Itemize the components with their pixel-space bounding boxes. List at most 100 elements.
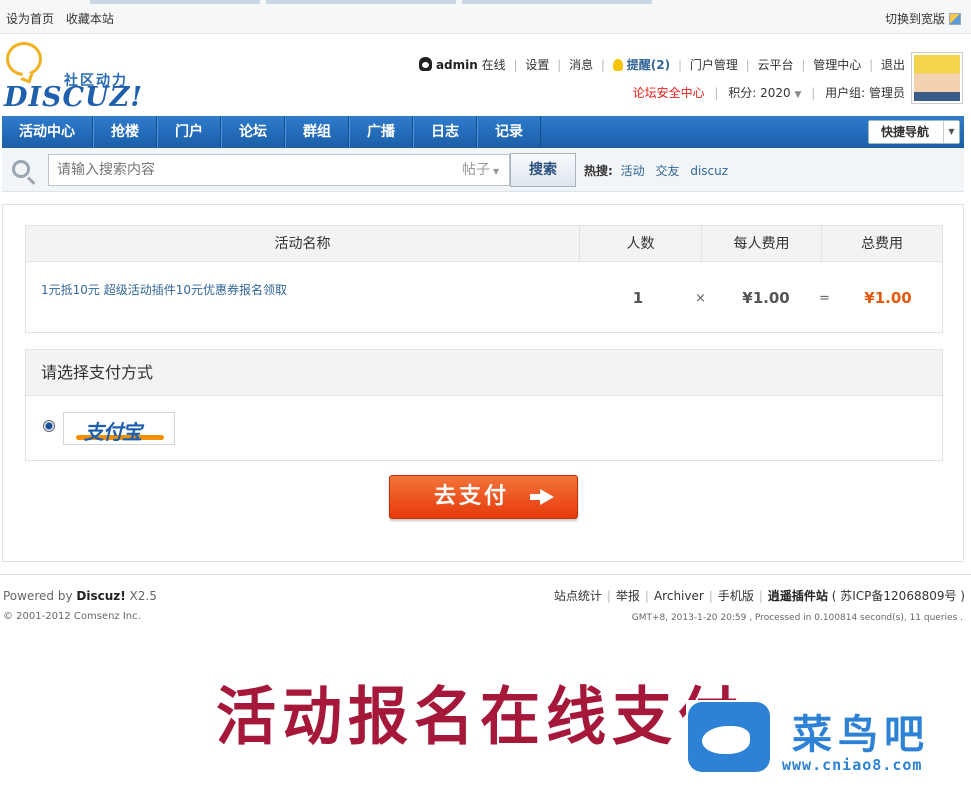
logout-link[interactable]: 退出 bbox=[881, 58, 905, 72]
column-header-activity-name: 活动名称 bbox=[26, 226, 580, 262]
switch-wide-label: 切换到宽版 bbox=[884, 12, 945, 26]
switch-wide-link[interactable]: 切换到宽版 bbox=[885, 10, 961, 27]
points-label: 积分: 2020 bbox=[728, 86, 791, 100]
reminder-link[interactable]: 提醒(2) bbox=[627, 58, 670, 72]
cloud-platform-link[interactable]: 云平台 bbox=[758, 58, 794, 72]
qq-icon bbox=[418, 57, 432, 71]
nav-item-blog[interactable]: 日志 bbox=[413, 116, 477, 148]
points-dropdown[interactable]: 积分: 2020 ▼ bbox=[728, 86, 801, 100]
search-button[interactable]: 搜索 bbox=[510, 153, 576, 187]
watermark-url: www.cniao8.com bbox=[782, 756, 923, 774]
search-input[interactable] bbox=[48, 154, 460, 186]
main-nav: 活动中心 抢楼 门户 论坛 群组 广播 日志 记录 快捷导航 ▼ bbox=[2, 116, 964, 148]
powered-by-brand[interactable]: Discuz! bbox=[76, 589, 125, 603]
nav-item-forum[interactable]: 论坛 bbox=[221, 116, 285, 148]
icp-link[interactable]: ( 苏ICP备12068809号 ) bbox=[832, 589, 965, 603]
site-footer: Powered by Discuz! X2.5 © 2001-2012 Coms… bbox=[0, 574, 971, 634]
search-type-value: 帖子 bbox=[462, 162, 490, 178]
divider: | bbox=[606, 589, 611, 603]
divider: | bbox=[745, 58, 750, 72]
alipay-logo-text: 支付宝 bbox=[84, 420, 142, 444]
divider: | bbox=[513, 58, 518, 72]
multiply-sign: × bbox=[695, 291, 706, 306]
bookmark-link[interactable]: 收藏本站 bbox=[66, 12, 114, 26]
browser-tab-decoration bbox=[266, 0, 456, 4]
equals-sign: = bbox=[819, 291, 830, 306]
copyright: © 2001-2012 Comsenz Inc. bbox=[3, 611, 141, 622]
username-link[interactable]: admin bbox=[436, 58, 478, 72]
alipay-logo[interactable]: 支付宝 bbox=[63, 412, 175, 445]
promo-banner-title: 活动报名在线支付 bbox=[216, 680, 744, 755]
search-icon bbox=[12, 160, 30, 178]
page-meta: GMT+8, 2013-1-20 20:59 , Processed in 0.… bbox=[631, 613, 963, 623]
hot-keyword[interactable]: 活动 bbox=[621, 164, 645, 178]
payment-method-title: 请选择支付方式 bbox=[26, 350, 942, 396]
chevron-down-icon: ▼ bbox=[794, 90, 802, 100]
payment-page-content: 活动名称 人数 每人费用 总费用 1元抵10元 超级活动插件10元优惠券报名领取… bbox=[2, 204, 964, 562]
nav-item-broadcast[interactable]: 广播 bbox=[349, 116, 413, 148]
divider: | bbox=[708, 589, 713, 603]
hot-search-label: 热搜: bbox=[584, 164, 613, 178]
browser-tab-decoration bbox=[462, 0, 652, 4]
set-home-link[interactable]: 设为首页 bbox=[6, 12, 54, 26]
nav-item-portal[interactable]: 门户 bbox=[157, 116, 221, 148]
powered-by-prefix: Powered by bbox=[3, 589, 77, 603]
watermark: 菜鸟吧 www.cniao8.com bbox=[686, 700, 966, 784]
site-name-link[interactable]: 逍遥插件站 bbox=[768, 589, 828, 603]
order-table-header: 活动名称 人数 每人费用 总费用 bbox=[26, 226, 942, 262]
site-header: 社区动力 DISCUZ! admin 在线 | 设置 | 消息 | 提醒(2) … bbox=[0, 34, 971, 116]
nav-item-floor-grab[interactable]: 抢楼 bbox=[93, 116, 157, 148]
portal-manage-link[interactable]: 门户管理 bbox=[690, 58, 738, 72]
nav-item-activity-center[interactable]: 活动中心 bbox=[2, 116, 93, 148]
order-table: 活动名称 人数 每人费用 总费用 1元抵10元 超级活动插件10元优惠券报名领取… bbox=[25, 225, 943, 333]
table-row: 1元抵10元 超级活动插件10元优惠券报名领取 1 × ¥1.00 = ¥1.0… bbox=[26, 263, 942, 332]
online-status[interactable]: 在线 bbox=[482, 58, 506, 72]
divider: | bbox=[644, 589, 649, 603]
lightbulb-icon bbox=[612, 59, 623, 71]
mobile-link[interactable]: 手机版 bbox=[718, 589, 754, 603]
hot-keyword[interactable]: discuz bbox=[690, 164, 728, 178]
activity-name-link[interactable]: 1元抵10元 超级活动插件10元优惠券报名领取 bbox=[41, 281, 287, 298]
divider: | bbox=[801, 58, 806, 72]
divider: | bbox=[758, 589, 763, 603]
divider: | bbox=[811, 86, 816, 100]
security-center-link[interactable]: 论坛安全中心 bbox=[633, 86, 705, 100]
arrow-right-icon bbox=[530, 489, 554, 505]
watermark-name: 菜鸟吧 bbox=[792, 711, 930, 758]
site-logo[interactable]: 社区动力 DISCUZ! bbox=[4, 40, 142, 113]
hot-keyword[interactable]: 交友 bbox=[655, 164, 679, 178]
nav-item-groups[interactable]: 群组 bbox=[285, 116, 349, 148]
avatar-image bbox=[914, 55, 960, 101]
search-bar: 帖子▼ 搜索 热搜: 活动 交友 discuz bbox=[2, 148, 964, 192]
chevron-down-icon: ▼ bbox=[943, 121, 959, 143]
footer-links: 站点统计 | 举报 | Archiver | 手机版 | 逍遥插件站 ( 苏ICP备120688… bbox=[554, 587, 965, 604]
column-header-per-fee: 每人费用 bbox=[702, 226, 822, 262]
bird-logo-icon bbox=[688, 702, 770, 772]
powered-by-version: X2.5 bbox=[125, 589, 157, 603]
column-header-total-fee: 总费用 bbox=[861, 236, 903, 252]
usergroup-link[interactable]: 用户组: 管理员 bbox=[825, 86, 905, 100]
nav-item-records[interactable]: 记录 bbox=[477, 116, 541, 148]
column-header-count: 人数 bbox=[580, 226, 702, 262]
admin-center-link[interactable]: 管理中心 bbox=[813, 58, 861, 72]
go-pay-button[interactable]: 去支付 bbox=[389, 475, 578, 519]
archiver-link[interactable]: Archiver bbox=[654, 589, 704, 603]
browser-tab-decoration bbox=[90, 0, 260, 4]
settings-link[interactable]: 设置 bbox=[525, 58, 549, 72]
powered-by: Powered by Discuz! X2.5 bbox=[3, 589, 157, 603]
go-pay-label: 去支付 bbox=[434, 484, 510, 509]
messages-link[interactable]: 消息 bbox=[569, 58, 593, 72]
alipay-radio[interactable] bbox=[43, 420, 55, 432]
site-stats-link[interactable]: 站点统计 bbox=[554, 589, 602, 603]
search-type-select[interactable]: 帖子 ▼ bbox=[458, 154, 510, 186]
total-fee-value: ¥1.00 bbox=[864, 289, 912, 307]
divider: | bbox=[600, 58, 605, 72]
chevron-down-icon: ▼ bbox=[493, 167, 500, 176]
user-toolbar: admin 在线 | 设置 | 消息 | 提醒(2) | 门户管理 | 云平台 … bbox=[418, 56, 905, 73]
per-fee-value: ¥1.00 bbox=[742, 289, 790, 307]
avatar[interactable] bbox=[911, 52, 963, 104]
report-link[interactable]: 举报 bbox=[616, 589, 640, 603]
divider: | bbox=[557, 58, 562, 72]
quick-nav-button[interactable]: 快捷导航 ▼ bbox=[868, 120, 960, 144]
divider: | bbox=[677, 58, 682, 72]
